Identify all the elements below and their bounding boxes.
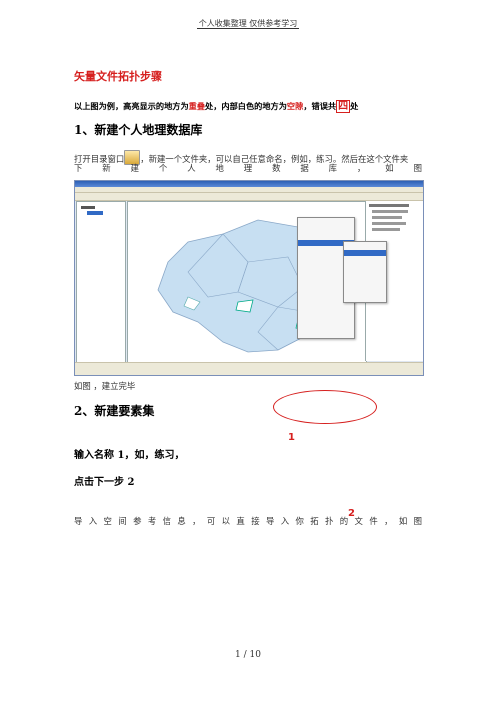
section1-heading: 1、新建个人地理数据库	[74, 123, 203, 137]
justified-char: 库	[328, 163, 338, 173]
justified-char: 图	[413, 163, 422, 173]
justified-char: 拓	[310, 516, 319, 526]
justified-char: 空	[103, 516, 112, 526]
justified-char: ，	[192, 516, 201, 526]
intro-highlight-gap: 空隙	[286, 101, 304, 111]
step1-text: 输入名称 1，如，练习，	[74, 450, 185, 461]
justified-char: 个	[158, 163, 168, 173]
justified-char: ，	[384, 516, 393, 526]
justified-char: 数	[272, 163, 281, 173]
justified-char: 入	[88, 516, 98, 526]
justified-char: 可	[206, 516, 216, 526]
justified-char: 接	[251, 516, 260, 526]
justified-char: 如	[398, 516, 408, 526]
justified-char: 据	[300, 163, 309, 173]
highlight-ellipse	[273, 390, 377, 424]
new-submenu	[343, 241, 387, 303]
justified-char: 新	[102, 163, 111, 173]
justified-char: 参	[133, 516, 142, 526]
justified-char: 信	[162, 516, 171, 526]
header-text: 个人收集整理 仅供参考学习	[196, 19, 300, 29]
justified-char: 建	[130, 163, 139, 173]
section1-caption: 如图 ，建立完毕	[74, 381, 136, 391]
section2-heading: 2、新建要素集	[74, 404, 155, 418]
justified-char: 下	[74, 163, 83, 173]
justified-char: 导	[265, 516, 275, 526]
marker-1: 1	[288, 432, 295, 443]
doc-title: 矢量文件拓扑步骤	[74, 70, 162, 83]
justified-char: 扑	[325, 516, 334, 526]
intro-text-3: ，错误共	[303, 101, 337, 111]
status-bar	[75, 362, 423, 375]
toolbar	[75, 193, 423, 201]
section2-paragraph-line: 导入空间参考信息，可以直接导入你拓扑的文件，如图	[74, 516, 422, 527]
justified-char: 间	[118, 516, 127, 526]
justified-char: 以	[221, 516, 231, 526]
intro-text-4: 处	[350, 101, 359, 111]
justified-char: 文	[354, 516, 363, 526]
justified-char: 你	[295, 516, 304, 526]
justified-char: 直	[236, 516, 245, 526]
justified-char: 人	[187, 163, 196, 173]
table-of-contents-panel	[76, 201, 126, 363]
page-footer: 1 / 10	[235, 650, 261, 660]
justified-char: 理	[243, 163, 253, 173]
marker-2: 2	[348, 508, 355, 519]
justified-char: 入	[280, 516, 290, 526]
section1-paragraph-line2: 下 新 建 个 人 地 理 数 据 库 ， 如 图	[74, 163, 422, 174]
intro-boxed-count: 四	[336, 100, 351, 113]
arcmap-screenshot	[74, 180, 424, 376]
justified-char: ，	[356, 163, 366, 173]
justified-char: 的	[339, 516, 349, 526]
intro-highlight-overlap: 重叠	[188, 101, 206, 111]
justified-char: 导	[74, 516, 83, 526]
justified-char: 图	[413, 516, 422, 526]
intro-line: 以上图为例，高亮显示的地方为重叠处，内部白色的地方为空隙，错误共四处	[74, 97, 359, 113]
justified-char: 考	[147, 516, 157, 526]
justified-char: 件	[369, 516, 378, 526]
intro-text-1: 以上图为例，高亮显示的地方为	[74, 101, 189, 111]
justified-char: 如	[385, 163, 394, 173]
page-header: 个人收集整理 仅供参考学习	[0, 18, 496, 29]
justified-char: 息	[177, 516, 186, 526]
intro-text-2: 处，内部白色的地方为	[205, 101, 287, 111]
justified-char: 地	[215, 163, 224, 173]
step2-text: 点击下一步 2	[74, 477, 135, 488]
